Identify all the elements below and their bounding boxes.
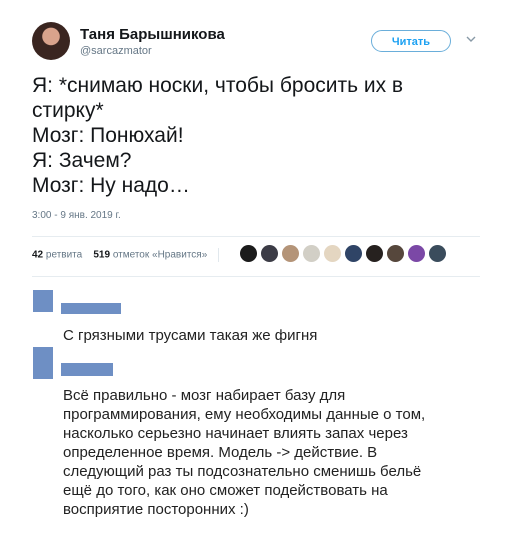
comment-text: Всё правильно - мозг набирает базу для п… (63, 386, 425, 519)
comment-text: С грязными трусами такая же фигня (63, 326, 317, 345)
comment-text-line: ещё до того, как оно сможет подействоват… (63, 482, 388, 499)
tweet-card: Таня Барышникова @sarcazmator Читать Я: … (0, 0, 512, 278)
tweet-text-line: Я: *снимаю носки, чтобы бросить их в (32, 74, 404, 97)
liker-avatar[interactable] (303, 245, 320, 262)
comment-text-line: определенное время. Модель -> действие. … (63, 444, 378, 461)
liker-avatar[interactable] (387, 245, 404, 262)
censored-avatar (33, 347, 53, 379)
censored-name (61, 303, 121, 314)
liker-avatar[interactable] (408, 245, 425, 262)
censored-name (61, 363, 113, 376)
tweet-text-line: Мозг: Понюхай! (32, 124, 184, 147)
comment-text-line: программирования, ему необходимы данные … (63, 406, 426, 423)
retweets-label[interactable]: ретвита (46, 250, 82, 261)
liker-avatar[interactable] (324, 245, 341, 262)
liker-avatar[interactable] (345, 245, 362, 262)
divider (32, 276, 480, 277)
follow-button[interactable]: Читать (371, 30, 451, 52)
liker-avatar[interactable] (261, 245, 278, 262)
tweet-text-line: Мозг: Ну надо… (32, 174, 190, 197)
likes-count[interactable]: 519 (93, 250, 110, 261)
comment-text-line: Всё правильно - мозг набирает базу для (63, 387, 346, 404)
retweets-count[interactable]: 42 (32, 250, 43, 261)
liker-avatar[interactable] (429, 245, 446, 262)
tweet-text-line: стирку* (32, 99, 104, 122)
tweet-timestamp[interactable]: 3:00 - 9 янв. 2019 г. (32, 210, 121, 221)
likes-label[interactable]: отметок «Нравится» (113, 250, 207, 261)
divider (32, 236, 480, 237)
chevron-down-icon[interactable] (466, 34, 476, 44)
tweet-stats: 42 ретвита 519 отметок «Нравится» (32, 248, 220, 262)
comment-text-line: восприятие посторонних :) (63, 501, 249, 518)
tweet-text-line: Я: Зачем? (32, 149, 132, 172)
comment-text-line: насколько серьезно начинает влиять запах… (63, 425, 408, 442)
comment-text-line: следующий раз ты подсознательно сменишь … (63, 463, 422, 480)
author-avatar[interactable] (32, 22, 70, 60)
author-handle[interactable]: @sarcazmator (80, 45, 152, 57)
liker-avatar[interactable] (282, 245, 299, 262)
comment-text-line: С грязными трусами такая же фигня (63, 327, 318, 344)
liker-avatar[interactable] (240, 245, 257, 262)
liker-avatar[interactable] (366, 245, 383, 262)
author-name[interactable]: Таня Барышникова (80, 26, 225, 43)
stats-separator (218, 248, 220, 262)
censored-avatar (33, 290, 53, 312)
tweet-text: Я: *снимаю носки, чтобы бросить их в сти… (32, 73, 492, 198)
